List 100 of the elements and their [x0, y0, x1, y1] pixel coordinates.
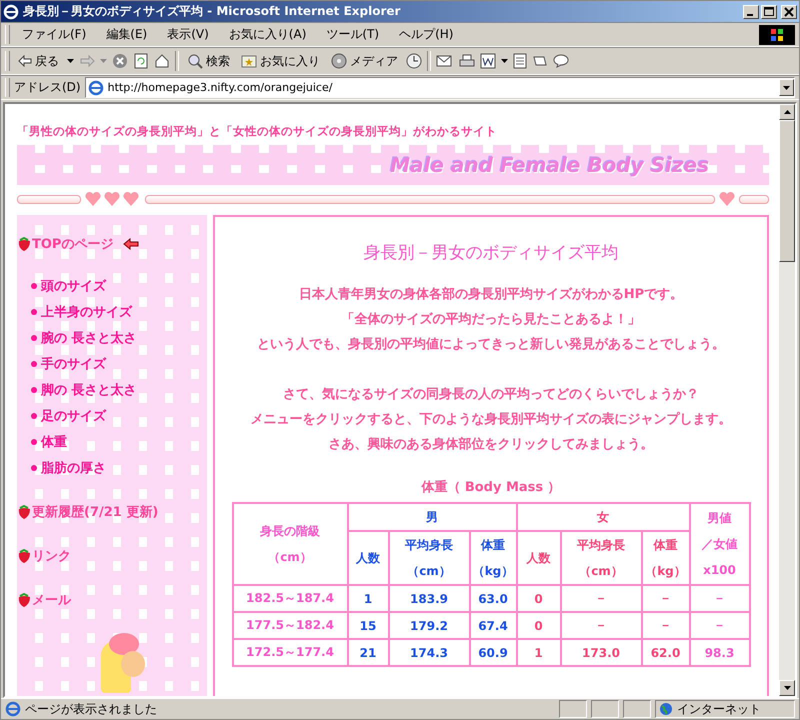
strawberry-icon: [17, 236, 32, 252]
bullet-icon: [31, 387, 37, 393]
table-cell: 177.5～182.4: [232, 612, 348, 639]
scroll-up-button[interactable]: [779, 104, 795, 120]
minimize-icon: [747, 14, 753, 16]
table-cell: 98.3: [690, 639, 750, 666]
stop-icon[interactable]: [112, 53, 128, 69]
strawberry-icon: [17, 504, 32, 520]
table-cell: 173.0: [560, 639, 642, 666]
mail-icon[interactable]: [436, 53, 454, 69]
column-header: 人数: [355, 550, 381, 567]
bullet-icon: [31, 283, 37, 289]
refresh-icon[interactable]: [133, 53, 149, 69]
table-cell: －: [560, 585, 642, 612]
table-cell: －: [690, 585, 750, 612]
menu-item[interactable]: 編集(E): [98, 26, 156, 43]
scroll-thumb[interactable]: [779, 120, 795, 262]
nav-link[interactable]: 脂肪の厚さ: [41, 459, 106, 477]
zone-text: インターネット: [677, 700, 761, 718]
windows-logo: [759, 24, 795, 44]
strawberry-icon: [17, 548, 32, 564]
globe-icon: [659, 702, 673, 716]
column-header: 体重: [480, 537, 506, 554]
column-header: （kg）: [644, 563, 686, 580]
table-cell: 67.4: [470, 612, 516, 639]
table-title: 体重（ Body Mass ）: [420, 478, 562, 496]
address-field[interactable]: http://homepage3.nifty.com/orangejuice/: [84, 77, 795, 98]
print-icon[interactable]: [459, 53, 475, 69]
bullet-icon: [31, 309, 37, 315]
document-icon[interactable]: [513, 53, 527, 69]
table-cell: 1: [516, 639, 560, 666]
nav-link[interactable]: 足のサイズ: [41, 407, 106, 425]
table-cell: 179.2: [388, 612, 470, 639]
bullet-icon: [31, 465, 37, 471]
nav-link[interactable]: 手のサイズ: [41, 355, 106, 373]
minimize-button[interactable]: [743, 4, 759, 18]
table-cell: 182.5～187.4: [232, 585, 348, 612]
down-arrow-icon: [784, 686, 790, 690]
disc-icon: [331, 53, 347, 69]
bullet-icon: [31, 335, 37, 341]
speech-bubble-icon[interactable]: [553, 54, 569, 68]
nav-link[interactable]: 更新履歴(7/21 更新): [32, 503, 158, 521]
dropdown-arrow-icon[interactable]: [501, 59, 508, 63]
nav-link[interactable]: メール: [32, 591, 71, 609]
edit-icon[interactable]: [480, 53, 496, 69]
menu-item[interactable]: ツール(T): [318, 26, 388, 43]
up-arrow-icon: [784, 110, 790, 114]
maximize-button[interactable]: [761, 4, 777, 18]
intro-paragraph: 日本人青年男女の身体各部の身長別平均サイズがわかるHPです。 「全体のサイズの平均だったら見たことあるよ！」 という人でも、身長別の平均値によってきっと新しい発見があることでしょう。: [256, 286, 726, 354]
dropdown-arrow-icon[interactable]: [67, 59, 74, 63]
table-cell: 63.0: [470, 585, 516, 612]
column-header: x100: [702, 562, 737, 579]
column-header: 身長の階級: [259, 523, 321, 540]
column-header: （cm）: [267, 549, 313, 566]
history-icon[interactable]: [406, 53, 422, 69]
favorites-button[interactable]: お気に入り: [238, 52, 323, 70]
bullet-icon: [31, 361, 37, 367]
table-cell: 15: [348, 612, 388, 639]
column-header: （cm）: [406, 563, 452, 580]
table-cell: －: [690, 612, 750, 639]
nav-link[interactable]: 体重: [41, 433, 67, 451]
maximize-icon: [764, 6, 774, 16]
media-button[interactable]: メディア: [328, 52, 401, 70]
banner-title: Male and Female Body Sizes: [390, 153, 709, 177]
back-arrow-icon: [18, 55, 32, 67]
scrollbar[interactable]: [779, 104, 795, 696]
table-header: 男: [348, 503, 516, 531]
column-header: 男値: [706, 510, 732, 527]
back-button[interactable]: 戻る: [15, 52, 62, 70]
browser-icon: [88, 80, 104, 96]
scroll-down-button[interactable]: [779, 680, 795, 696]
divider-bar: [739, 194, 769, 204]
caret-icon: [783, 86, 790, 90]
menu-item[interactable]: ファイル(F): [14, 26, 94, 43]
home-icon[interactable]: [154, 53, 170, 69]
page-heading: 身長別－男女のボディサイズ平均: [362, 242, 620, 264]
nav-link[interactable]: 腕の 長さと太さ: [41, 329, 137, 347]
column-header: 平均身長: [404, 537, 454, 554]
table-header: 女: [516, 503, 690, 531]
menu-item[interactable]: お気に入り(A): [220, 26, 314, 43]
table-cell: 1: [348, 585, 388, 612]
close-button[interactable]: [781, 4, 797, 18]
table-cell: 21: [348, 639, 388, 666]
divider-bar: [17, 194, 81, 204]
strawberry-icon: [17, 592, 32, 608]
address-label: アドレス(D): [14, 79, 81, 96]
search-button[interactable]: 検索: [184, 52, 233, 70]
nav-link[interactable]: 上半身のサイズ: [41, 303, 132, 321]
nav-link[interactable]: 頭のサイズ: [41, 277, 106, 295]
nav-link[interactable]: 脚の 長さと太さ: [41, 381, 137, 399]
left-arrow-icon: [123, 238, 140, 250]
nav-link[interactable]: リンク: [32, 547, 71, 565]
menu-item[interactable]: 表示(V): [159, 26, 217, 43]
menu-item[interactable]: ヘルプ(H): [391, 26, 462, 43]
nav-link[interactable]: TOPのページ: [32, 235, 114, 253]
table-cell: 0: [516, 612, 560, 639]
hearts-icon: [85, 191, 141, 207]
dropdown-button[interactable]: [779, 79, 794, 96]
column-header: ／女値: [700, 536, 738, 553]
table-cell: 174.3: [388, 639, 470, 666]
